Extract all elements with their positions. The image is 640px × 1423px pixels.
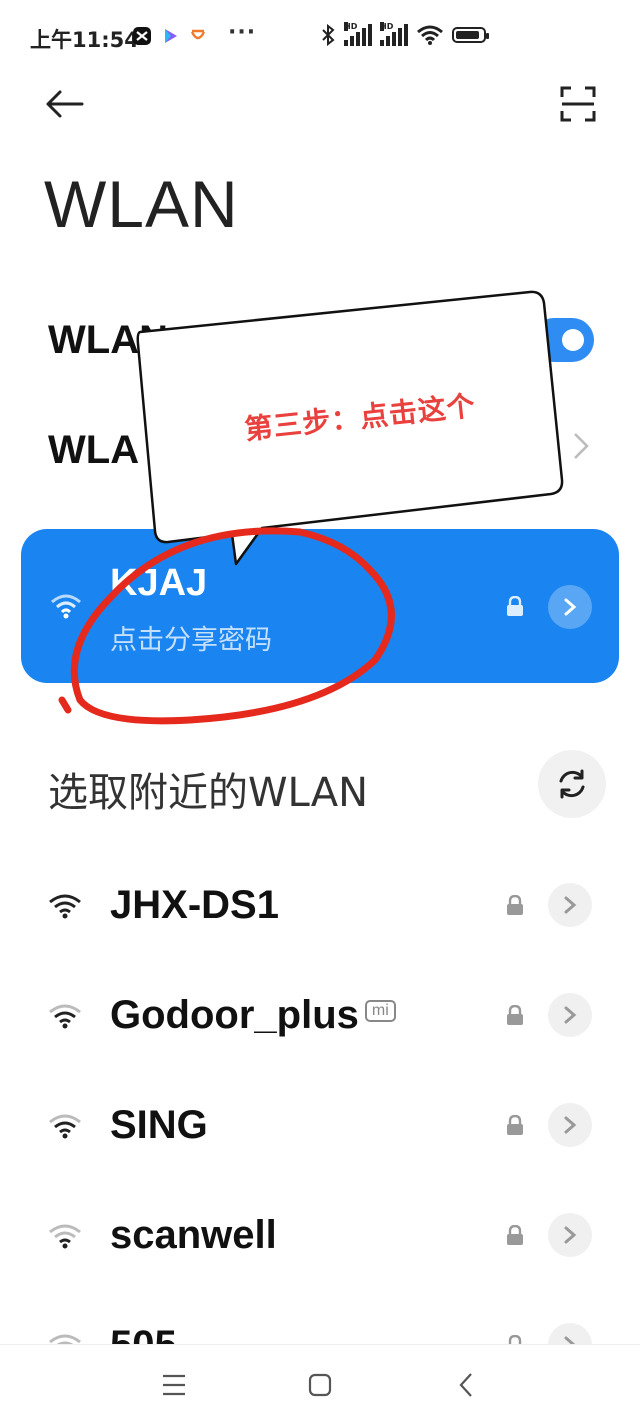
lock-icon — [507, 895, 523, 915]
wlan-more-settings-label[interactable]: WLA — [48, 428, 139, 473]
refresh-button[interactable] — [538, 750, 606, 818]
more-notifications-icon: ··· — [228, 20, 257, 45]
signal-strength-icon-sim2: HD — [380, 22, 408, 46]
menu-icon — [163, 1374, 185, 1396]
chevron-right-icon — [564, 1006, 577, 1024]
chevron-left-icon — [459, 1373, 472, 1397]
system-navigation-bar — [0, 1344, 640, 1423]
chevron-right-icon — [572, 430, 590, 471]
page-title: WLAN — [44, 167, 239, 241]
notification-icons — [132, 26, 208, 46]
network-details-button[interactable] — [548, 1323, 592, 1344]
back-button[interactable] — [40, 82, 88, 126]
chevron-right-icon — [564, 1116, 577, 1134]
system-status-icons: HD HD — [320, 22, 489, 46]
network-details-button[interactable] — [548, 1213, 592, 1257]
home-button[interactable] — [292, 1359, 348, 1411]
wifi-signal-icon — [49, 1334, 81, 1344]
wlan-toggle-switch[interactable] — [532, 318, 594, 362]
network-list-item[interactable]: Godoor_plus mi — [0, 960, 640, 1070]
network-list-item[interactable]: 505 — [0, 1290, 640, 1344]
app-notification-icon — [188, 26, 208, 46]
lock-icon — [507, 1225, 523, 1245]
lock-icon — [507, 1005, 523, 1025]
network-details-button[interactable] — [548, 585, 592, 629]
annotation-callout-text: 第三步：点击这个 — [243, 388, 478, 447]
signal-strength-icon-sim1: HD — [344, 22, 372, 46]
network-details-button[interactable] — [548, 883, 592, 927]
lock-icon — [507, 596, 523, 616]
network-details-button[interactable] — [548, 993, 592, 1037]
network-name: SING — [110, 1103, 208, 1147]
wifi-signal-icon — [49, 1224, 81, 1249]
play-app-icon — [160, 26, 180, 46]
share-password-hint[interactable]: 点击分享密码 — [110, 618, 272, 657]
wifi-status-icon — [417, 25, 443, 45]
status-time: 上午11:54 — [30, 28, 139, 52]
lock-icon — [507, 1115, 523, 1135]
back-nav-button[interactable] — [438, 1359, 494, 1411]
chevron-right-icon — [564, 598, 577, 616]
chevron-right-icon — [564, 896, 577, 914]
wifi-signal-icon — [49, 1004, 81, 1029]
connected-network-card[interactable] — [21, 529, 619, 683]
network-name: Godoor_plus — [110, 993, 359, 1037]
scan-qr-button[interactable] — [556, 82, 600, 126]
toggle-knob — [562, 329, 584, 351]
network-list-item[interactable]: scanwell — [0, 1180, 640, 1290]
wifi-signal-icon — [51, 594, 81, 619]
network-list-item[interactable]: SING — [0, 1070, 640, 1180]
section-title-nearby: 选取附近的WLAN — [48, 770, 369, 816]
mi-device-badge: mi — [364, 1000, 396, 1023]
chevron-right-icon — [564, 1226, 577, 1244]
bluetooth-icon — [322, 24, 335, 46]
connected-network-name: KJAJ — [110, 562, 208, 604]
square-icon — [308, 1373, 332, 1397]
wifi-signal-icon — [49, 1114, 81, 1139]
network-list-item[interactable]: JHX-DS1 — [0, 850, 640, 960]
chevron-right-icon — [564, 1336, 576, 1344]
scan-icon — [560, 86, 596, 122]
network-name: JHX-DS1 — [110, 883, 279, 927]
recents-button[interactable] — [146, 1359, 202, 1411]
network-details-button[interactable] — [548, 1103, 592, 1147]
arrow-left-icon — [46, 90, 84, 118]
lock-icon — [508, 1335, 522, 1344]
wifi-signal-icon — [49, 894, 81, 919]
network-name-row: Godoor_plus mi — [110, 993, 396, 1038]
network-name: scanwell — [110, 1213, 277, 1257]
wlan-toggle-label: WLAN — [48, 318, 168, 362]
battery-icon — [452, 27, 489, 43]
capcut-app-icon — [132, 26, 152, 46]
network-name: 505 — [110, 1323, 177, 1344]
refresh-icon — [559, 769, 585, 799]
